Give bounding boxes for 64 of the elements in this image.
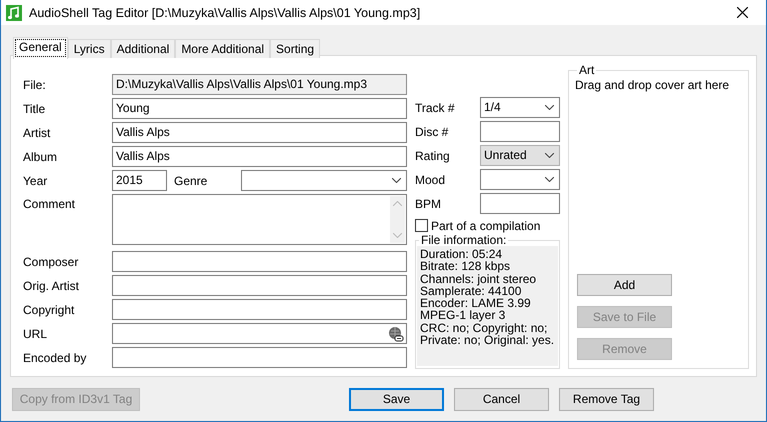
app-icon	[6, 4, 22, 20]
globe-icon[interactable]	[388, 326, 404, 342]
field-label: Rating	[415, 148, 451, 162]
close-icon[interactable]	[737, 7, 748, 18]
field-label: Year	[23, 174, 48, 188]
text-field[interactable]	[112, 251, 407, 272]
field-label: Comment	[23, 197, 76, 211]
tab[interactable]: Sorting	[270, 39, 320, 58]
dialog-button[interactable]: Cancel	[454, 388, 549, 410]
field-label: Track #	[415, 100, 456, 114]
dialog-button[interactable]: Save	[349, 388, 444, 410]
info-line: Channels: joint stereo	[420, 272, 538, 285]
chevron-icon	[545, 105, 554, 110]
info-line: Bitrate: 128 kbps	[420, 260, 512, 273]
group-title: Art	[578, 64, 596, 76]
dialog-button[interactable]: Remove Tag	[559, 388, 654, 410]
window-title: AudioShell Tag Editor [D:\Muzyka\Vallis Alps\Vallis Alps\01 Young.mp3]	[29, 6, 422, 20]
url-field[interactable]	[112, 323, 407, 344]
field-label: Title	[23, 102, 46, 116]
text-field[interactable]	[112, 347, 407, 368]
field-label: URL	[23, 326, 48, 340]
comment-field[interactable]	[112, 194, 407, 245]
field-label: Orig. Artist	[23, 278, 80, 292]
chevron-icon	[545, 153, 554, 158]
field-label: Disc #	[415, 124, 450, 138]
genre-dropdown[interactable]	[241, 170, 407, 191]
checkbox[interactable]	[415, 219, 428, 232]
field-label: Album	[23, 150, 58, 164]
year-field[interactable]: 2015	[112, 170, 167, 191]
field-label: Encoded by	[23, 350, 88, 364]
field-label: BPM	[415, 196, 442, 210]
drop-hint: Drag and drop cover art here	[575, 78, 730, 92]
chevron-icon	[545, 177, 554, 182]
text-field[interactable]	[480, 193, 560, 214]
file-path-field: D:\Muzyka\Vallis Alps\Vallis Alps\01 Young.mp3	[112, 74, 407, 95]
chevron-icon	[392, 178, 401, 183]
info-line: Private: no; Original: yes.	[420, 334, 555, 346]
text-field[interactable]	[480, 121, 560, 142]
info-line: Duration: 05:24	[420, 248, 504, 260]
art-button[interactable]: Add	[577, 274, 672, 296]
info-line: CRC: no; Copyright: no;	[420, 322, 548, 334]
tab[interactable]: More Additional	[175, 39, 270, 58]
text-field[interactable]	[112, 275, 407, 296]
info-line: MPEG-1 layer 3	[420, 309, 506, 322]
tab[interactable]: General	[13, 37, 68, 59]
text-field[interactable]	[112, 299, 407, 320]
tab[interactable]: Lyrics	[68, 39, 111, 58]
group-title: File information:	[420, 234, 508, 246]
text-field[interactable]: Vallis Alps	[112, 122, 407, 143]
text-field[interactable]: Vallis Alps	[112, 146, 407, 167]
field-label: Mood	[415, 172, 446, 186]
field-label: Artist	[23, 126, 52, 140]
text-field[interactable]: Young	[112, 98, 407, 119]
info-line: Encoder: LAME 3.99	[420, 297, 532, 310]
checkbox-label[interactable]: Part of a compilation	[431, 218, 540, 232]
field-label: Genre	[173, 174, 208, 188]
field-label: Copyright	[23, 302, 76, 316]
field-label: File:	[23, 78, 47, 92]
tab[interactable]: Additional	[110, 39, 176, 58]
dropdown[interactable]: Unrated	[480, 145, 560, 166]
info-line: Samplerate: 44100	[420, 284, 522, 298]
dropdown[interactable]	[480, 169, 560, 190]
dropdown[interactable]: 1/4	[480, 97, 560, 118]
field-label: Composer	[23, 254, 80, 268]
